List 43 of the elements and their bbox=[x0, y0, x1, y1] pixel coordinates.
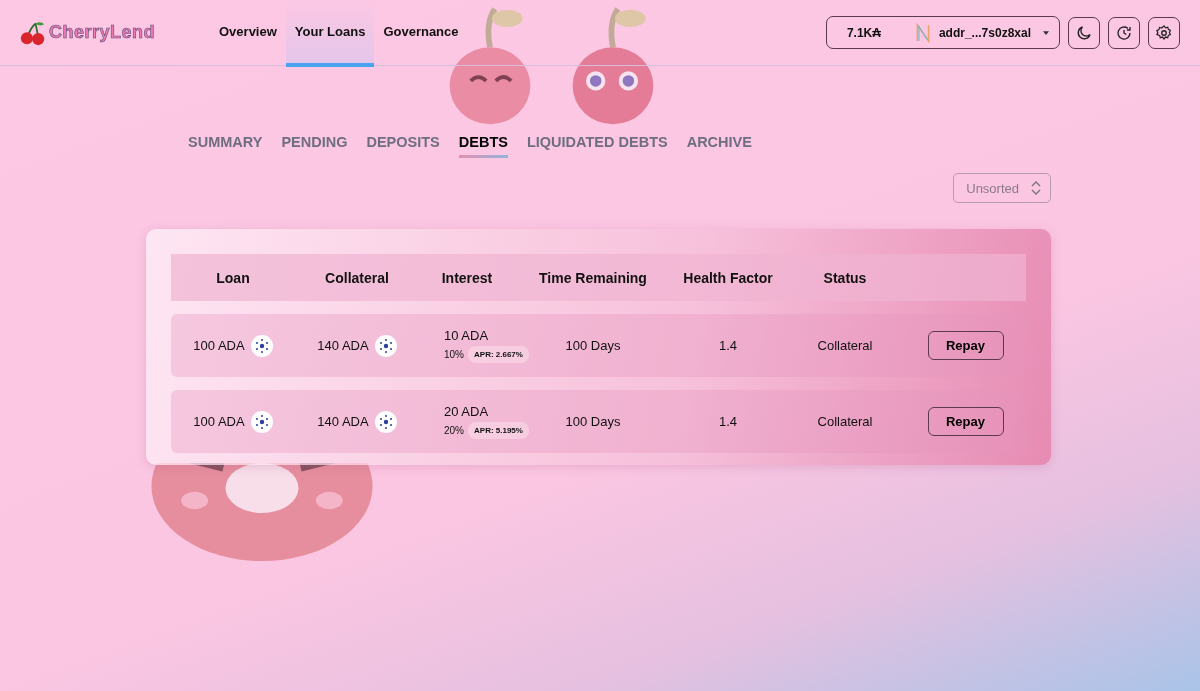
interest-rate: 20% bbox=[444, 425, 464, 436]
table-cell: 100 ADA bbox=[193, 338, 245, 353]
nav-link[interactable]: Governance bbox=[374, 0, 468, 67]
column-header: Loan bbox=[215, 269, 251, 286]
nav-link[interactable]: Overview bbox=[210, 0, 286, 67]
table-cell: 100 Days bbox=[565, 414, 621, 429]
ada-coin-icon bbox=[374, 410, 397, 433]
caret-icon bbox=[1043, 30, 1049, 35]
settings-icon bbox=[1155, 23, 1173, 42]
column-header: Time Remaining bbox=[538, 269, 648, 286]
wallet-address: addr_...7s0z8xal bbox=[938, 25, 1031, 40]
column-header: Health Factor bbox=[682, 269, 774, 286]
history-icon bbox=[1115, 23, 1133, 42]
table-cell: 100 ADA bbox=[193, 414, 245, 429]
apr-badge: APR: 2.667% bbox=[468, 346, 529, 363]
ada-coin-icon bbox=[250, 410, 273, 433]
settings-button[interactable] bbox=[1148, 16, 1180, 49]
interest-amount: 20 ADA bbox=[444, 404, 489, 419]
table-cell: Collateral bbox=[817, 338, 873, 353]
cherries-icon bbox=[20, 19, 46, 46]
apr-badge: APR: 5.195% bbox=[468, 422, 529, 439]
history-button[interactable] bbox=[1108, 16, 1140, 49]
table-cell: 140 ADA bbox=[317, 338, 369, 353]
chevrons-icon bbox=[1031, 181, 1041, 195]
repay-button[interactable]: Repay bbox=[927, 331, 1004, 360]
wallet-logo-icon bbox=[914, 22, 931, 43]
table-cell: 100 Days bbox=[565, 338, 621, 353]
table-cell: 1.4 bbox=[718, 414, 738, 429]
column-header: Status bbox=[822, 269, 868, 286]
dark-mode-button[interactable] bbox=[1068, 16, 1100, 49]
ada-coin-icon bbox=[374, 334, 397, 357]
ada-coin-icon bbox=[250, 334, 273, 357]
column-header: Collateral bbox=[324, 269, 390, 286]
wallet-button[interactable]: 7.1K₳ addr_...7s0z8xal bbox=[825, 16, 1060, 49]
table-cell: 1.4 bbox=[718, 338, 738, 353]
column-header: Interest bbox=[440, 269, 494, 286]
table-cell: Collateral bbox=[817, 414, 873, 429]
repay-button[interactable]: Repay bbox=[927, 407, 1004, 436]
table-cell: 140 ADA bbox=[317, 414, 369, 429]
interest-rate: 10% bbox=[444, 349, 464, 360]
tab[interactable]: DEBTS bbox=[458, 134, 508, 158]
wallet-balance: 7.1K₳ bbox=[846, 25, 882, 40]
interest-amount: 10 ADA bbox=[444, 328, 489, 343]
